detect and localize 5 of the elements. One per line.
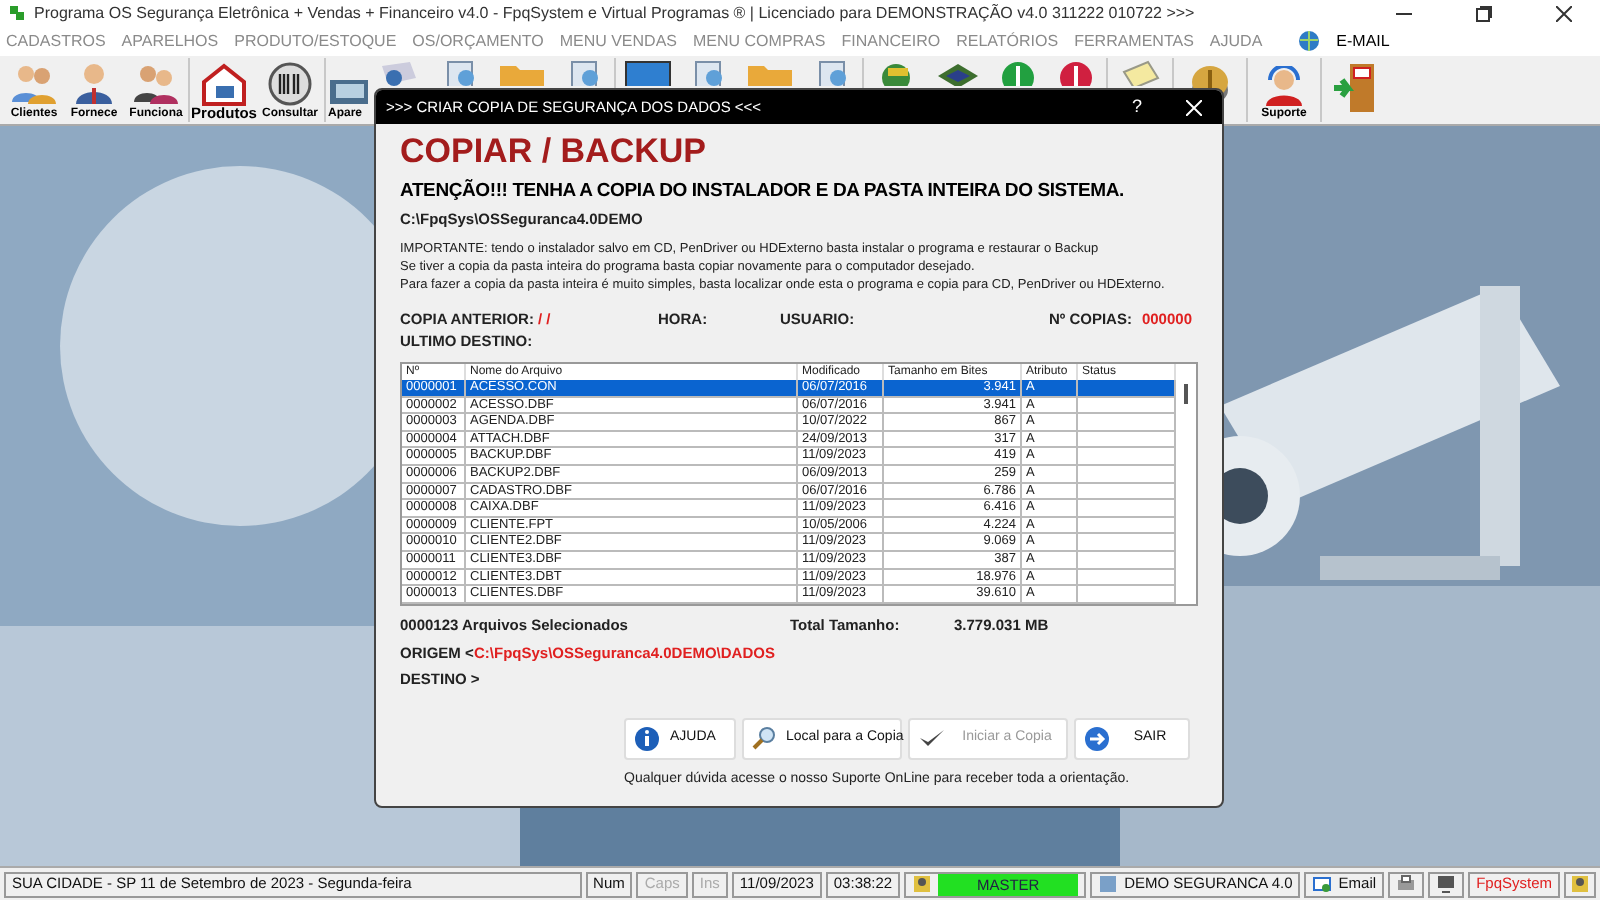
warning-text: ATENÇÃO!!! TENHA A COPIA DO INSTALADOR E DA PASTA INTEIRA DO SISTEMA.: [400, 178, 1126, 206]
window-title: Programa OS Segurança Eletrônica + Vendas + Financeiro v4.0 - FpqSystem e Virtual Programas ® | Licenciado para DEMONSTRAÇÃO v4.0 311222 010722 >>>: [34, 1, 1197, 25]
dialog-heading: COPIAR / BACKUP: [400, 132, 709, 172]
menu-item[interactable]: E-MAIL: [1336, 29, 1390, 53]
help-button[interactable]: ?: [1131, 93, 1142, 121]
